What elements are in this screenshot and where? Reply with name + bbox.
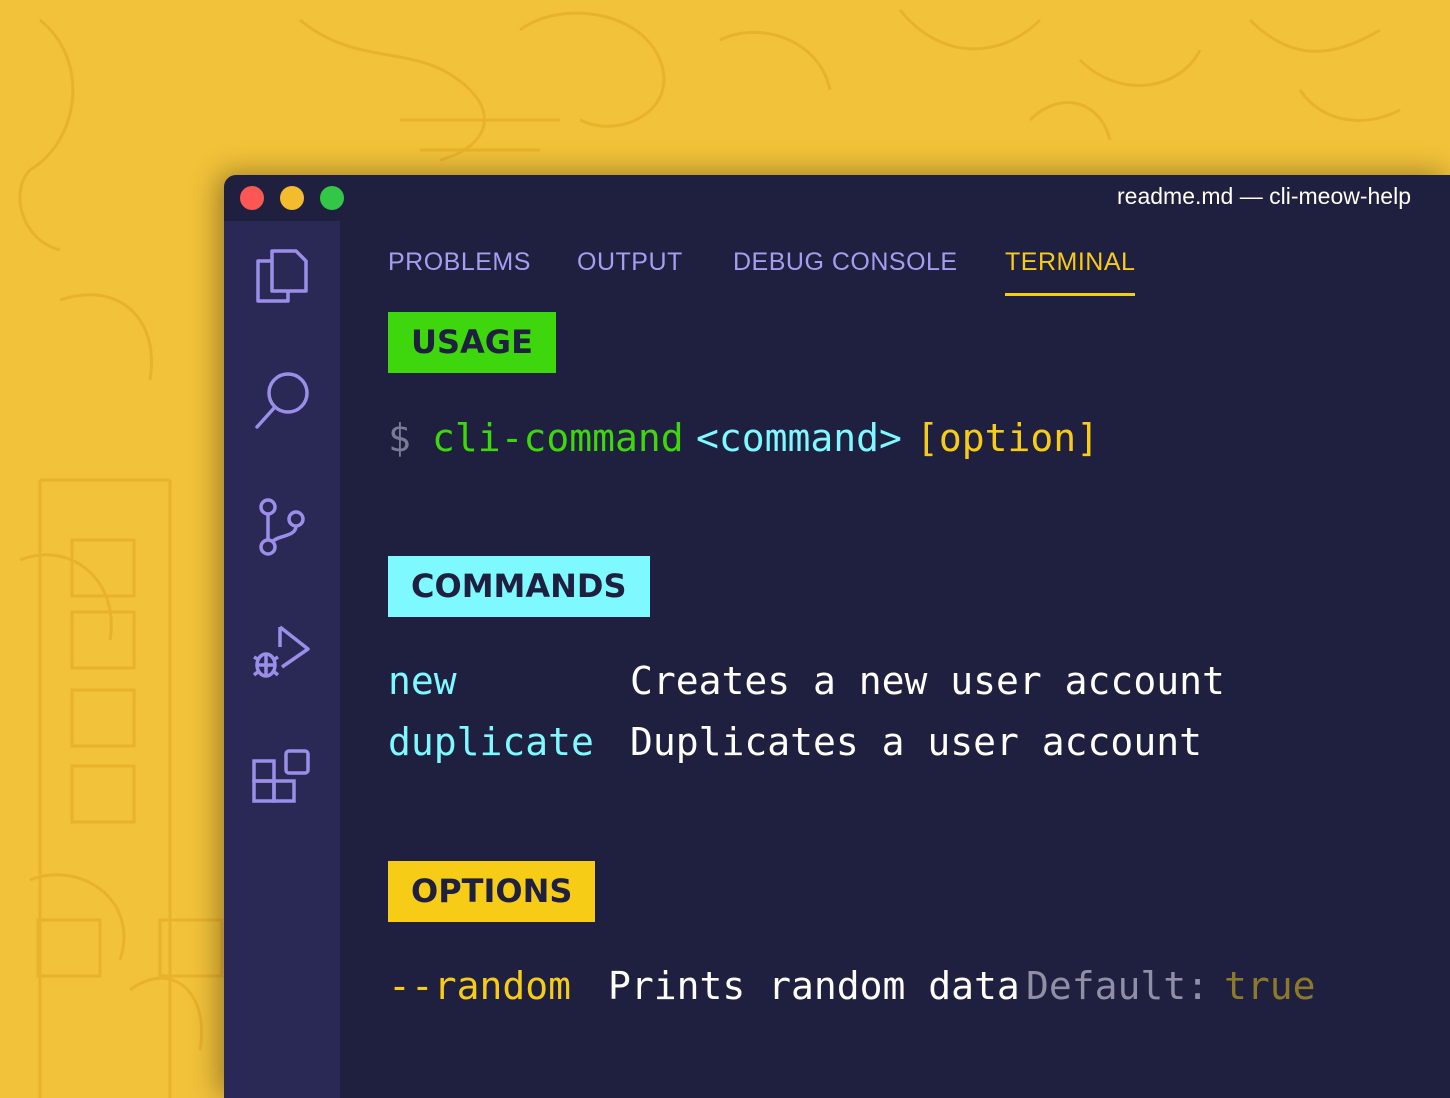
extensions-icon[interactable] bbox=[250, 747, 314, 811]
usage-badge: USAGE bbox=[388, 312, 556, 373]
command-description: Duplicates a user account bbox=[630, 720, 1202, 764]
option-description: Prints random data bbox=[608, 964, 1020, 1008]
source-control-icon[interactable] bbox=[250, 495, 314, 559]
usage-option: [option] bbox=[916, 416, 1100, 460]
command-name: duplicate bbox=[388, 720, 594, 764]
option-flag: --random bbox=[388, 964, 572, 1008]
close-window-button[interactable] bbox=[240, 186, 264, 210]
option-default-value: true bbox=[1224, 964, 1316, 1008]
terminal-panel: PROBLEMS OUTPUT DEBUG CONSOLE TERMINAL U… bbox=[340, 221, 1450, 1098]
options-badge: OPTIONS bbox=[388, 861, 596, 922]
tab-debug-console[interactable]: DEBUG CONSOLE bbox=[733, 248, 958, 277]
commands-badge: COMMANDS bbox=[388, 556, 650, 617]
option-default-label: Default: bbox=[1026, 964, 1210, 1008]
prompt-symbol: $ bbox=[388, 416, 411, 460]
tab-terminal[interactable]: TERMINAL bbox=[1005, 248, 1136, 296]
tab-output[interactable]: OUTPUT bbox=[577, 248, 683, 277]
activity-bar bbox=[224, 221, 340, 1098]
editor-window: readme.md — cli-meow-help PROBLEMS OUTPU… bbox=[224, 175, 1450, 1098]
tab-problems[interactable]: PROBLEMS bbox=[388, 248, 531, 277]
usage-command: cli-command bbox=[432, 416, 684, 460]
explorer-icon[interactable] bbox=[250, 243, 314, 307]
command-name: new bbox=[388, 659, 457, 703]
minimize-window-button[interactable] bbox=[280, 186, 304, 210]
command-description: Creates a new user account bbox=[630, 659, 1225, 703]
maximize-window-button[interactable] bbox=[320, 186, 344, 210]
title-bar: readme.md — cli-meow-help bbox=[224, 175, 1450, 221]
window-title: readme.md — cli-meow-help bbox=[1117, 183, 1411, 209]
run-debug-icon[interactable] bbox=[250, 621, 314, 685]
usage-arg: <command> bbox=[696, 416, 902, 460]
search-icon[interactable] bbox=[250, 369, 314, 433]
